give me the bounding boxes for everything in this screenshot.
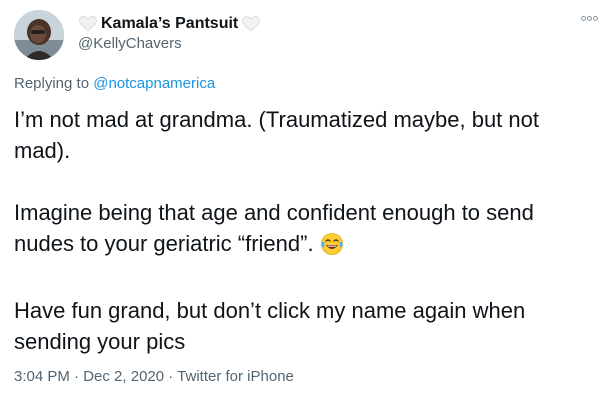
- more-options-icon[interactable]: [578, 12, 600, 24]
- reply-mention-link[interactable]: @notcapnamerica: [93, 75, 215, 92]
- tweet-date[interactable]: Dec 2, 2020: [83, 368, 164, 385]
- user-name-row[interactable]: Kamala’s Pantsuit: [78, 13, 261, 35]
- tweet-paragraph: I’m not mad at grandma. (Traumatized may…: [14, 107, 539, 163]
- meta-separator: ·: [69, 368, 84, 385]
- avatar[interactable]: [14, 10, 64, 60]
- meta-separator: ·: [164, 368, 178, 385]
- replying-to: Replying to @notcapnamerica: [14, 75, 215, 92]
- tweet-paragraph: Imagine being that age and confident eno…: [14, 197, 594, 264]
- white-heart-icon: [78, 14, 98, 34]
- tweet-source[interactable]: Twitter for iPhone: [177, 368, 294, 385]
- face-with-tears-of-joy-icon: [320, 232, 344, 264]
- tweet-time[interactable]: 3:04 PM: [14, 368, 70, 385]
- replying-to-label: Replying to: [14, 75, 94, 92]
- tweet-paragraph-text: Imagine being that age and confident eno…: [14, 200, 534, 256]
- display-name[interactable]: Kamala’s Pantsuit: [101, 15, 238, 33]
- user-handle[interactable]: @KellyChavers: [78, 35, 182, 52]
- white-heart-icon: [241, 14, 261, 34]
- tweet-paragraph: Have fun grand, but don’t click my name …: [14, 298, 526, 354]
- tweet-metadata: 3:04 PM · Dec 2, 2020 · Twitter for iPho…: [14, 368, 294, 385]
- tweet-text: I’m not mad at grandma. (Traumatized may…: [14, 104, 594, 357]
